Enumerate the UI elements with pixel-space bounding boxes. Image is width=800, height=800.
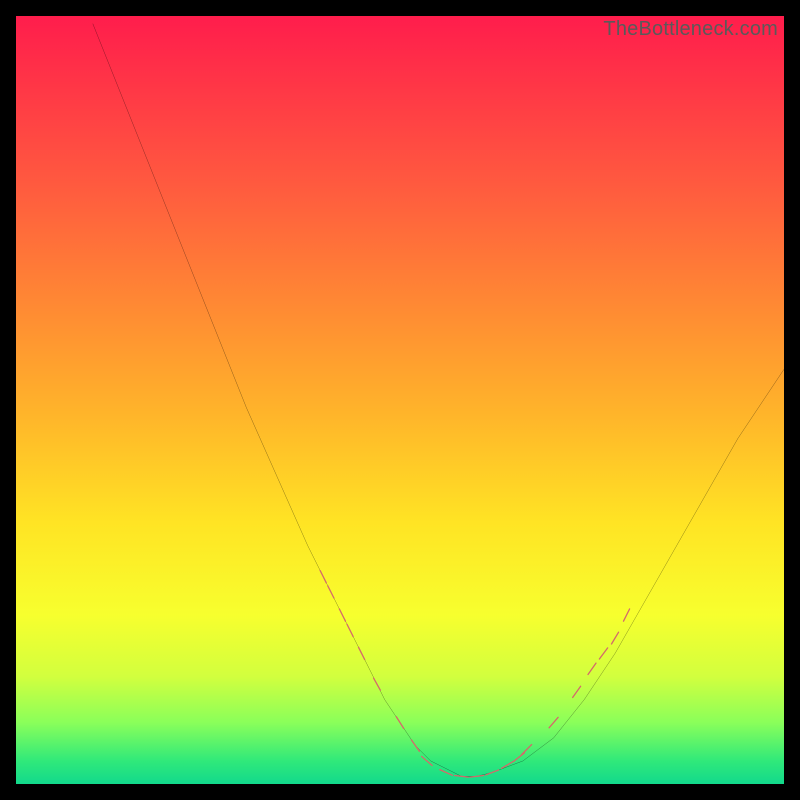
chart-svg	[16, 16, 784, 784]
marker-dash	[549, 717, 558, 727]
marker-dash	[411, 740, 419, 751]
marker-dash	[612, 632, 619, 644]
highlighted-segments	[320, 570, 630, 777]
marker-dash	[347, 624, 353, 636]
marker-dash	[486, 770, 499, 775]
marker-dash	[599, 648, 607, 659]
bottleneck-curve	[93, 24, 784, 777]
marker-dash	[396, 717, 403, 729]
chart-frame: TheBottleneck.com	[0, 0, 800, 800]
marker-dash	[522, 745, 532, 755]
marker-dash	[440, 770, 453, 776]
marker-dash	[374, 678, 381, 690]
marker-dash	[320, 570, 326, 582]
marker-dash	[359, 647, 365, 659]
marker-dash	[573, 686, 581, 697]
marker-dash	[502, 761, 514, 768]
watermark-text: TheBottleneck.com	[603, 18, 778, 41]
marker-dash	[588, 663, 596, 674]
marker-dash	[339, 609, 345, 621]
marker-dash	[623, 609, 629, 621]
marker-dash	[470, 775, 484, 777]
marker-dash	[455, 775, 469, 777]
marker-dash	[328, 586, 334, 598]
plot-area: TheBottleneck.com	[16, 16, 784, 784]
marker-dash	[422, 756, 432, 765]
